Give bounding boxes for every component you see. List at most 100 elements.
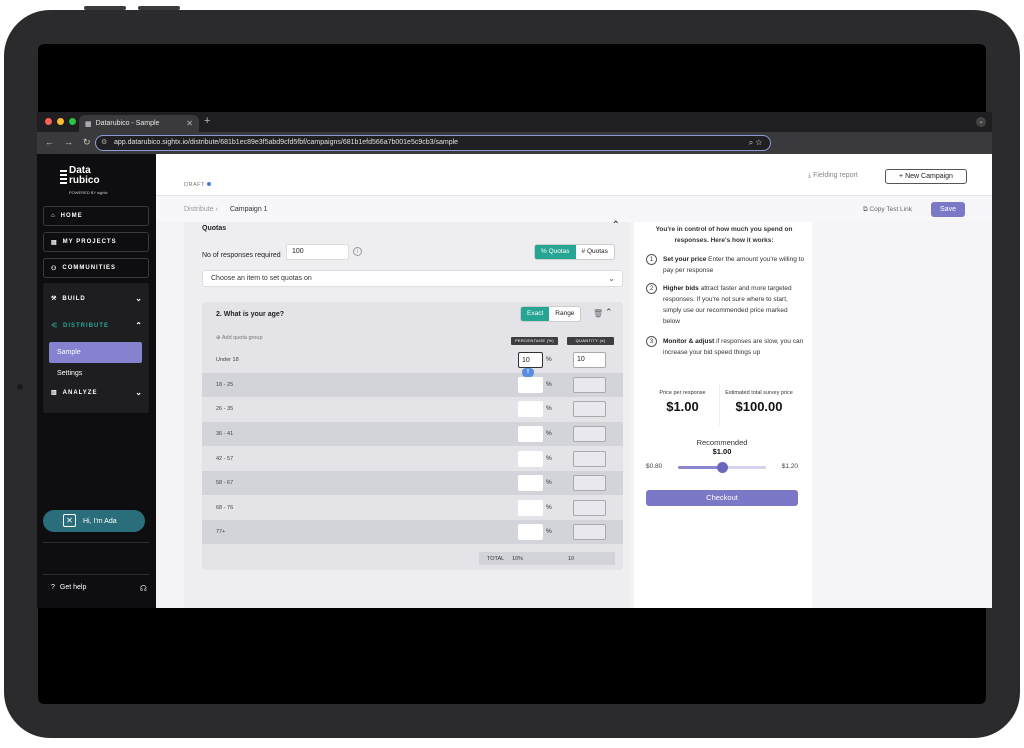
minimize-window-button[interactable]	[57, 118, 64, 125]
percentage-input[interactable]	[518, 426, 543, 442]
bookmark-star-icon[interactable]: ☆	[755, 138, 762, 147]
quota-row: 36 - 41 %	[202, 422, 623, 446]
estimated-total-value: $100.00	[735, 399, 783, 414]
nav-settings-label: Settings	[57, 370, 83, 377]
info-icon[interactable]: i	[353, 247, 362, 256]
step-title: Higher bids	[663, 285, 699, 292]
get-help-label: Get help	[59, 584, 87, 591]
fielding-report-label: Fielding report	[813, 172, 858, 179]
chevron-up-icon[interactable]: ⌃	[605, 307, 613, 318]
quantity-input[interactable]	[573, 475, 606, 491]
quota-row-label: 58 - 67	[216, 480, 234, 486]
slider-track[interactable]	[678, 462, 766, 473]
checkout-button[interactable]: Checkout	[646, 490, 798, 506]
percentage-input[interactable]: 10	[518, 352, 543, 368]
maximize-window-button[interactable]	[69, 118, 76, 125]
percentage-column-header: PERCENTAGE (%)	[511, 337, 558, 345]
nav-build[interactable]: ⚒ BUILD ⌄	[51, 294, 143, 303]
new-campaign-label: New Campaign	[905, 173, 953, 180]
back-icon[interactable]: ←	[45, 137, 54, 148]
close-window-button[interactable]	[45, 118, 52, 125]
close-tab-icon[interactable]: ✕	[186, 119, 193, 128]
hardware-button	[138, 6, 180, 10]
site-info-icon[interactable]: ⚙	[101, 136, 107, 149]
slider-fill	[678, 466, 722, 469]
quota-row: 68 - 76 %	[202, 496, 623, 520]
sidebar: Data rubico POWERED BY sightx ⌂ HOME ▤ MY …	[37, 154, 156, 608]
percent-quotas-tab[interactable]: % Quotas	[535, 245, 576, 259]
nav-distribute[interactable]: ⋲ DISTRIBUTE ⌃	[51, 321, 143, 330]
home-icon: ⌂	[51, 213, 56, 219]
get-help-link[interactable]: ? Get help	[51, 584, 86, 591]
nav-sample[interactable]: Sample	[49, 342, 142, 363]
nav-settings[interactable]: Settings	[49, 363, 142, 384]
tab-menu-icon[interactable]: ⌄	[976, 117, 986, 127]
build-icon: ⚒	[51, 296, 58, 302]
quota-row-label: 68 - 76	[216, 505, 234, 511]
trash-icon[interactable]: 🗑	[593, 309, 603, 318]
nav-communities[interactable]: ⚇ COMMUNITIES	[43, 258, 149, 278]
percentage-input[interactable]	[518, 451, 543, 467]
help-icon: ?	[51, 584, 55, 591]
quota-row: 58 - 67 %	[202, 471, 623, 495]
add-quota-group-button[interactable]: ⊕ Add quota group	[216, 335, 263, 341]
projects-icon: ▤	[51, 239, 58, 246]
breadcrumb-distribute[interactable]: Distribute	[184, 206, 214, 213]
new-tab-icon[interactable]: +	[204, 115, 210, 127]
copy-test-link-label: Copy Test Link	[869, 206, 912, 213]
nav-my-projects[interactable]: ▤ MY PROJECTS	[43, 232, 149, 252]
plus-circle-icon: ⊕	[216, 335, 221, 341]
responses-input[interactable]: 100	[286, 244, 349, 260]
quantity-input[interactable]: 10	[573, 352, 606, 368]
collapse-chevron-icon[interactable]: ⌃	[612, 220, 620, 231]
step-number: 1	[646, 254, 657, 265]
slider-max-label: $1.20	[781, 463, 798, 470]
percent-sign: %	[546, 504, 552, 511]
nav-analyze[interactable]: ▥ ANALYZE ⌄	[51, 388, 143, 397]
copy-test-link-button[interactable]: ⧉ Copy Test Link	[863, 206, 912, 214]
number-quotas-tab[interactable]: # Quotas	[576, 245, 614, 259]
percent-sign: %	[546, 528, 552, 535]
quantity-input[interactable]	[573, 524, 606, 540]
forward-icon[interactable]: →	[64, 137, 73, 148]
nav-projects-label: MY PROJECTS	[62, 239, 117, 245]
recommended-label: Recommended	[696, 438, 748, 447]
nav-home[interactable]: ⌂ HOME	[43, 206, 149, 226]
percentage-input[interactable]	[518, 401, 543, 417]
tab-title: Datarubico - Sample	[95, 120, 160, 127]
total-percentage: 10%	[512, 556, 524, 562]
percentage-input[interactable]	[518, 475, 543, 491]
zoom-icon[interactable]: ⌕	[749, 138, 753, 147]
slider-min-label: $0.80	[646, 463, 663, 470]
quantity-input[interactable]	[573, 377, 606, 393]
percent-sign: %	[546, 356, 552, 363]
quota-row: 42 - 57 %	[202, 447, 623, 471]
quantity-input[interactable]	[573, 451, 606, 467]
percentage-input[interactable]	[518, 377, 543, 393]
quantity-input[interactable]	[573, 401, 606, 417]
total-quantity: 10	[568, 556, 575, 562]
logo-mark-icon	[60, 168, 67, 184]
new-campaign-button[interactable]: + New Campaign	[885, 169, 967, 184]
quantity-input[interactable]	[573, 500, 606, 516]
question-title: 2. What is your age?	[216, 311, 285, 318]
recommended-price: Recommended $1.00	[646, 438, 798, 456]
quota-item-select[interactable]: Choose an item to set quotas on ⌄	[202, 270, 623, 287]
slider-handle[interactable]	[717, 462, 728, 473]
browser-tab[interactable]: ▦ Datarubico - Sample ✕	[79, 115, 199, 132]
exact-tab[interactable]: Exact	[521, 307, 550, 321]
top-bar: DRAFT ⤓ Fielding report + New Campaign	[156, 154, 992, 196]
percentage-input[interactable]	[518, 500, 543, 516]
reload-icon[interactable]: ↻	[83, 137, 91, 148]
fielding-report-link[interactable]: ⤓ Fielding report	[808, 172, 858, 180]
percentage-input[interactable]	[518, 524, 543, 540]
logo: Data rubico POWERED BY sightx	[60, 166, 108, 198]
url-field[interactable]: ⚙ app.datarubico.sightx.io/distribute/68…	[95, 135, 771, 151]
quantity-input[interactable]	[573, 426, 606, 442]
save-button[interactable]: Save	[931, 202, 965, 217]
exact-range-toggle: Exact Range	[520, 306, 582, 322]
nav-communities-label: COMMUNITIES	[62, 265, 117, 271]
ada-assistant-button[interactable]: ✕ Hi, I'm Ada	[43, 510, 145, 532]
headset-icon[interactable]: ☊	[140, 584, 147, 593]
range-tab[interactable]: Range	[549, 307, 580, 321]
